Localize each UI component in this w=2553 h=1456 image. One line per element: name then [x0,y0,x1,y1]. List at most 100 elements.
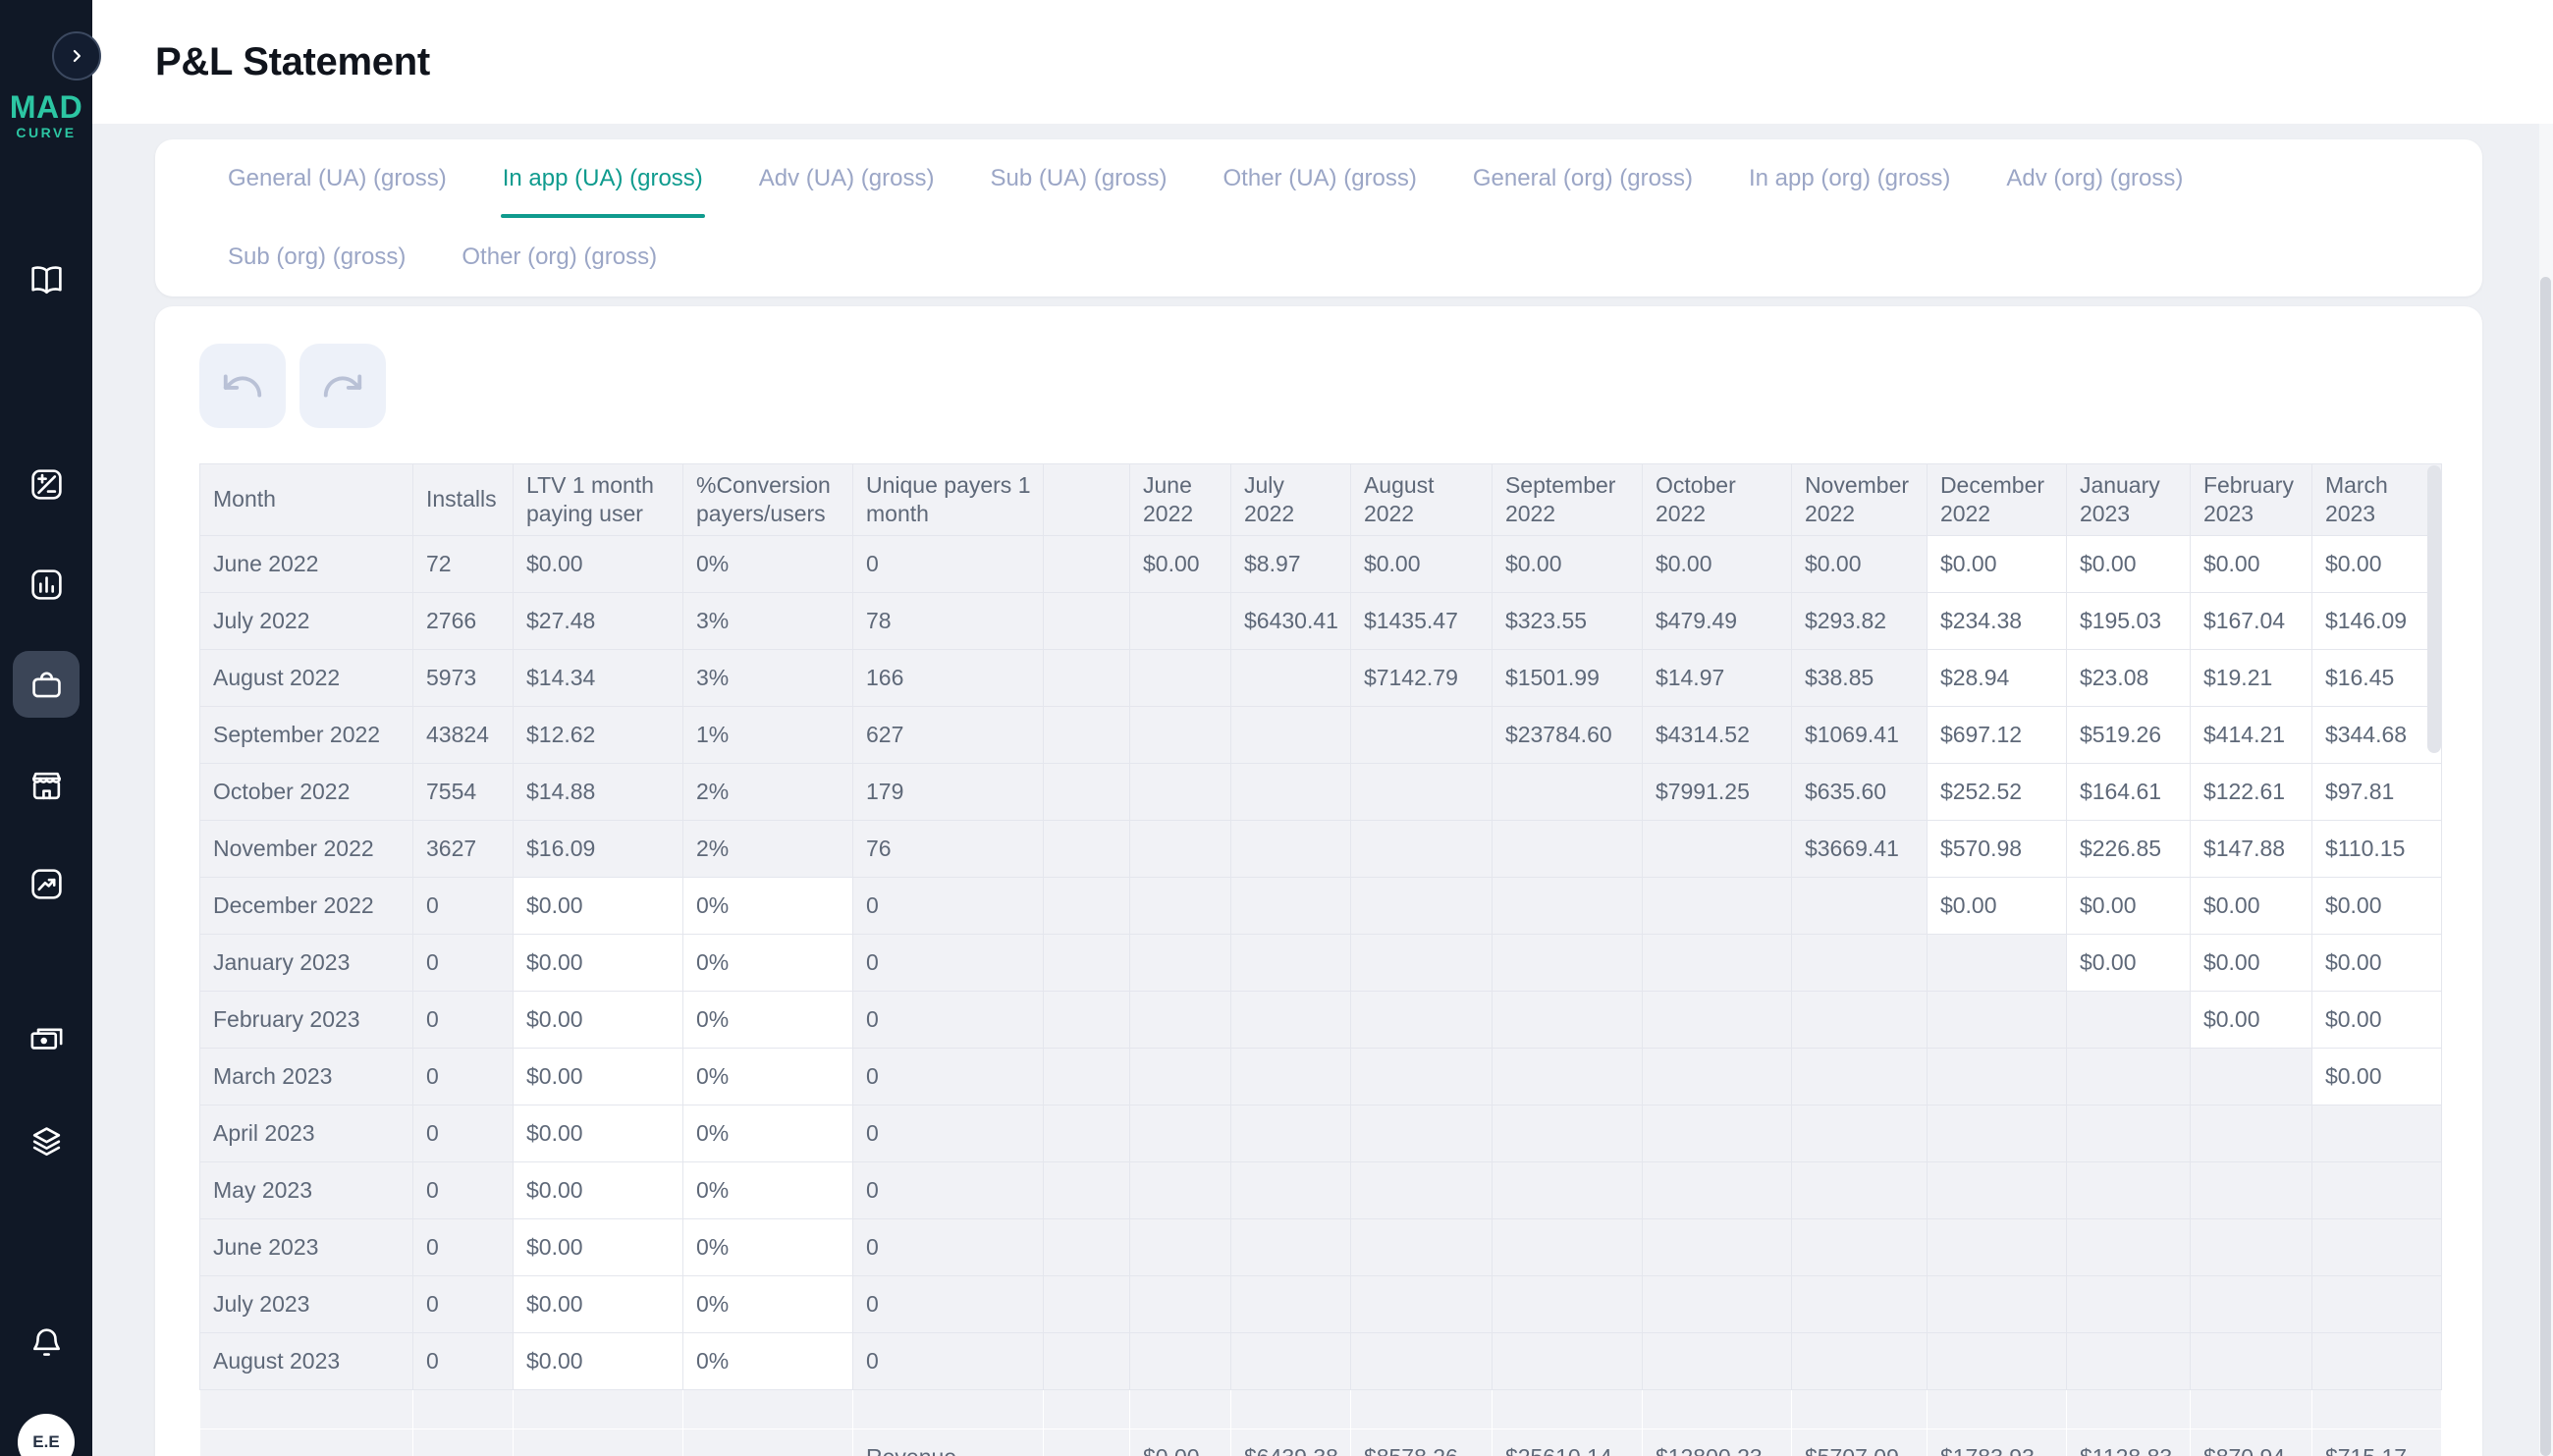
month-value-cell[interactable]: $97.81 [2311,764,2441,821]
gap-cell [1044,593,1130,650]
month-value-cell[interactable]: $0.00 [2190,992,2311,1049]
month-value-cell [1642,935,1791,992]
sidebar-item-calculations[interactable] [13,451,80,517]
sidebar-item-store[interactable] [13,752,80,819]
month-value-cell[interactable]: $0.00 [2066,935,2190,992]
conversion-cell[interactable]: 0% [683,1276,853,1333]
month-value-cell[interactable]: $16.45 [2311,650,2441,707]
undo-button[interactable] [199,344,286,428]
ltv-cell[interactable]: $0.00 [514,992,683,1049]
month-value-cell[interactable]: $0.00 [1927,878,2066,935]
month-value-cell[interactable]: $0.00 [1927,536,2066,593]
ltv-cell: $14.88 [514,764,683,821]
conversion-cell[interactable]: 0% [683,992,853,1049]
month-value-cell[interactable]: $519.26 [2066,707,2190,764]
page-scrollbar[interactable] [2540,277,2551,1456]
month-value-cell [1642,1219,1791,1276]
conversion-cell[interactable]: 0% [683,1105,853,1162]
ltv-cell[interactable]: $0.00 [514,878,683,935]
month-value-cell[interactable]: $147.88 [2190,821,2311,878]
month-value-cell[interactable]: $164.61 [2066,764,2190,821]
sidebar-item-notifications[interactable] [13,1309,80,1375]
month-value-cell [2190,1276,2311,1333]
month-value-cell[interactable]: $110.15 [2311,821,2441,878]
ltv-cell[interactable]: $0.00 [514,1162,683,1219]
month-value-cell[interactable]: $0.00 [2066,536,2190,593]
month-value-cell[interactable]: $0.00 [2311,1049,2441,1105]
month-value-cell[interactable]: $0.00 [2190,935,2311,992]
ltv-cell[interactable]: $0.00 [514,935,683,992]
conversion-cell: 3% [683,650,853,707]
bar-chart-icon [28,566,65,603]
month-value-cell[interactable]: $414.21 [2190,707,2311,764]
month-value-cell[interactable]: $23.08 [2066,650,2190,707]
month-value-cell [1130,593,1231,650]
sidebar-item-integrations[interactable] [13,1107,80,1174]
month-value-cell: $3669.41 [1791,821,1927,878]
month-value-cell[interactable]: $697.12 [1927,707,2066,764]
redo-button[interactable] [299,344,386,428]
tab-in-app-ua-gross[interactable]: In app (UA) (gross) [503,139,703,218]
sidebar-item-payments[interactable] [13,1005,80,1072]
month-value-cell[interactable]: $28.94 [1927,650,2066,707]
tab-in-app-org-gross[interactable]: In app (org) (gross) [1749,139,1950,218]
month-value-cell[interactable]: $0.00 [2311,878,2441,935]
sidebar-item-reports[interactable] [13,551,80,618]
conversion-cell[interactable]: 0% [683,1162,853,1219]
month-value-cell [1350,821,1492,878]
tab-other-ua-gross[interactable]: Other (UA) (gross) [1223,139,1417,218]
pnl-table-card: MonthInstallsLTV 1 month paying user%Con… [155,306,2482,1456]
month-value-cell[interactable]: $167.04 [2190,593,2311,650]
month-value-cell[interactable]: $0.00 [2311,935,2441,992]
month-value-cell [1130,1276,1231,1333]
month-value-cell[interactable]: $19.21 [2190,650,2311,707]
tab-general-org-gross[interactable]: General (org) (gross) [1473,139,1693,218]
column-header-november-2022: November 2022 [1791,464,1927,536]
month-value-cell[interactable]: $0.00 [2066,878,2190,935]
ltv-cell[interactable]: $0.00 [514,1276,683,1333]
month-value-cell [2311,1219,2441,1276]
month-value-cell[interactable]: $226.85 [2066,821,2190,878]
ltv-cell: $14.34 [514,650,683,707]
sidebar-item-docs[interactable] [13,246,80,313]
ltv-cell[interactable]: $0.00 [514,1219,683,1276]
tab-sub-org-gross[interactable]: Sub (org) (gross) [228,218,406,297]
month-value-cell [2066,1162,2190,1219]
conversion-cell[interactable]: 0% [683,1049,853,1105]
tab-adv-ua-gross[interactable]: Adv (UA) (gross) [759,139,935,218]
month-value-cell [1350,707,1492,764]
table-vertical-scrollbar[interactable] [2427,465,2441,753]
installs-cell: 0 [413,1162,514,1219]
installs-cell: 72 [413,536,514,593]
conversion-cell: 0% [683,536,853,593]
ltv-cell[interactable]: $0.00 [514,1049,683,1105]
month-value-cell[interactable]: $195.03 [2066,593,2190,650]
user-avatar[interactable]: E.E [18,1414,75,1456]
month-value-cell[interactable]: $0.00 [2190,536,2311,593]
tab-general-ua-gross[interactable]: General (UA) (gross) [228,139,447,218]
sidebar-expand-button[interactable] [52,31,101,81]
month-value-cell[interactable]: $252.52 [1927,764,2066,821]
spacer-cell [2190,1390,2311,1429]
conversion-cell[interactable]: 0% [683,1219,853,1276]
bell-icon [28,1324,65,1361]
month-value-cell[interactable]: $234.38 [1927,593,2066,650]
cohort-row-february-2023: February 20230$0.000%0$0.00$0.00 [200,992,2442,1049]
conversion-cell[interactable]: 0% [683,1333,853,1390]
sidebar-item-trends[interactable] [13,850,80,917]
tab-sub-ua-gross[interactable]: Sub (UA) (gross) [990,139,1167,218]
month-value-cell[interactable]: $0.00 [2311,992,2441,1049]
month-value-cell[interactable]: $570.98 [1927,821,2066,878]
month-value-cell[interactable]: $122.61 [2190,764,2311,821]
month-value-cell[interactable]: $146.09 [2311,593,2441,650]
month-value-cell[interactable]: $344.68 [2311,707,2441,764]
month-value-cell[interactable]: $0.00 [2311,536,2441,593]
tab-adv-org-gross[interactable]: Adv (org) (gross) [2006,139,2183,218]
ltv-cell[interactable]: $0.00 [514,1105,683,1162]
sidebar-item-pnl[interactable] [13,651,80,718]
month-value-cell[interactable]: $0.00 [2190,878,2311,935]
conversion-cell[interactable]: 0% [683,878,853,935]
tab-other-org-gross[interactable]: Other (org) (gross) [462,218,657,297]
conversion-cell[interactable]: 0% [683,935,853,992]
ltv-cell[interactable]: $0.00 [514,1333,683,1390]
